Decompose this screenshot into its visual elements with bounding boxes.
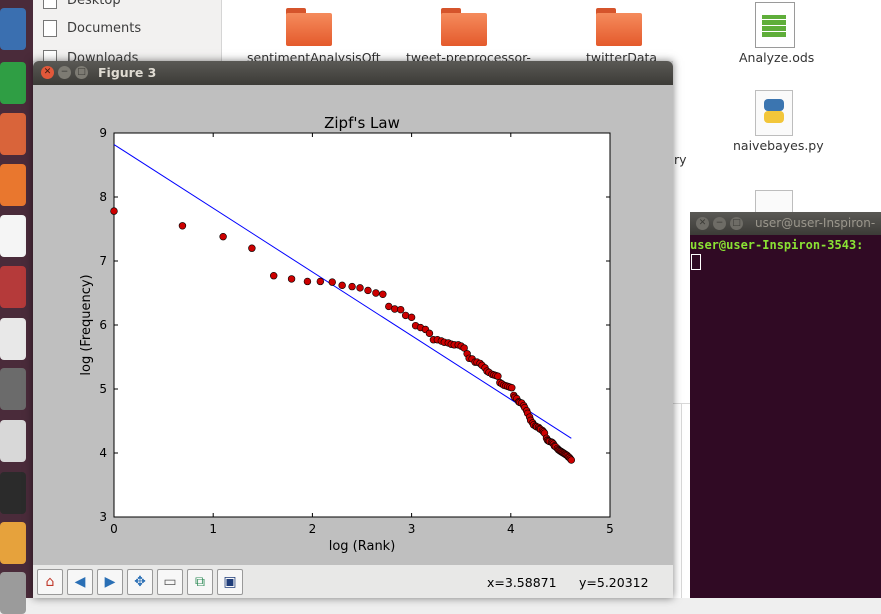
terminal-prompt: user@user-Inspiron-3543: bbox=[690, 238, 864, 252]
plot-canvas[interactable]: Zipf's Law log (Rank) log (Frequency) 0 1… bbox=[33, 85, 673, 565]
spreadsheet-file-icon[interactable] bbox=[755, 2, 795, 48]
back-icon[interactable]: ◀ bbox=[67, 569, 93, 595]
file-label[interactable]: naivebayes.py bbox=[733, 138, 824, 153]
python-file-icon[interactable] bbox=[755, 90, 793, 136]
terminal-title: user@user-Inspiron- bbox=[755, 216, 876, 230]
file-label[interactable]: Analyze.ods bbox=[739, 50, 814, 65]
data-point bbox=[508, 384, 516, 392]
home-icon[interactable]: ⌂ bbox=[37, 569, 63, 595]
file-label-partial[interactable]: ry bbox=[674, 152, 687, 167]
forward-icon[interactable]: ▶ bbox=[97, 569, 123, 595]
x-tick-label: 0 bbox=[110, 522, 118, 536]
launcher-files-icon[interactable] bbox=[0, 8, 26, 50]
plot-area bbox=[113, 132, 611, 518]
folder-icon bbox=[43, 0, 57, 9]
y-tick-label: 5 bbox=[99, 382, 107, 396]
data-point bbox=[372, 289, 380, 297]
launcher-software-center-icon[interactable] bbox=[0, 164, 26, 206]
navigation-toolbar: ⌂ ◀ ▶ ✥ ▭ ⧉ ▣ x=3.58871 y=5.20312 bbox=[33, 565, 673, 598]
data-point bbox=[494, 372, 502, 380]
y-tick-label: 8 bbox=[99, 190, 107, 204]
data-point bbox=[248, 244, 256, 252]
y-tick-label: 3 bbox=[99, 510, 107, 524]
data-point bbox=[178, 222, 187, 230]
y-coordinate-readout: y=5.20312 bbox=[579, 575, 649, 590]
launcher-trash-icon[interactable] bbox=[0, 572, 26, 614]
y-tick-label: 9 bbox=[99, 126, 107, 140]
data-point bbox=[303, 277, 312, 286]
launcher-text-editor-icon[interactable] bbox=[0, 420, 26, 462]
folder-icon[interactable] bbox=[441, 8, 487, 46]
launcher-figure-icon[interactable] bbox=[0, 522, 26, 564]
document-icon bbox=[43, 20, 57, 37]
save-icon[interactable]: ▣ bbox=[217, 569, 243, 595]
content-divider bbox=[681, 404, 682, 598]
data-point bbox=[407, 313, 416, 322]
launcher-impress-icon[interactable] bbox=[0, 113, 26, 155]
data-point bbox=[356, 284, 364, 292]
data-point bbox=[348, 282, 356, 291]
data-point bbox=[379, 290, 387, 298]
maximize-icon[interactable]: □ bbox=[75, 66, 88, 79]
terminal-titlebar[interactable]: ✕ − □ user@user-Inspiron- bbox=[690, 212, 881, 235]
y-tick-label: 4 bbox=[99, 446, 107, 460]
sidebar-item-label: Desktop bbox=[67, 0, 121, 8]
terminal-cursor bbox=[691, 254, 701, 270]
minimize-icon[interactable]: − bbox=[713, 217, 726, 230]
folder-icon[interactable] bbox=[286, 8, 332, 46]
data-point bbox=[567, 456, 576, 464]
figure-window: ✕ − □ Figure 3 Zipf's Law log (Rank) log… bbox=[33, 61, 673, 598]
folder-icon[interactable] bbox=[596, 8, 642, 46]
close-icon[interactable]: ✕ bbox=[41, 66, 54, 79]
x-axis-label: log (Rank) bbox=[329, 539, 396, 554]
zoom-icon[interactable]: ▭ bbox=[157, 569, 183, 595]
data-point bbox=[338, 281, 346, 290]
x-tick-label: 3 bbox=[408, 522, 416, 536]
terminal-window[interactable]: ✕ − □ user@user-Inspiron- user@user-Insp… bbox=[690, 212, 881, 598]
data-point bbox=[287, 275, 296, 283]
x-tick-label: 5 bbox=[606, 522, 614, 536]
window-title: Figure 3 bbox=[98, 65, 157, 80]
launcher-pdf-icon[interactable] bbox=[0, 318, 26, 360]
x-tick-label: 1 bbox=[209, 522, 217, 536]
data-point bbox=[328, 278, 336, 286]
sidebar-item-documents[interactable]: Documents bbox=[43, 20, 141, 37]
sidebar-item-label: Documents bbox=[67, 21, 142, 36]
data-point bbox=[425, 329, 434, 338]
data-point bbox=[316, 277, 325, 286]
x-tick-label: 2 bbox=[309, 522, 317, 536]
launcher-settings-icon[interactable] bbox=[0, 266, 26, 308]
launcher-amazon-icon[interactable] bbox=[0, 215, 26, 257]
pan-icon[interactable]: ✥ bbox=[127, 569, 153, 595]
launcher-terminal-icon[interactable] bbox=[0, 472, 26, 514]
sidebar-item-desktop[interactable]: Desktop bbox=[43, 0, 121, 9]
data-point bbox=[396, 305, 405, 314]
data-point bbox=[270, 272, 278, 280]
y-tick-label: 6 bbox=[99, 318, 107, 332]
data-point bbox=[110, 207, 118, 215]
x-coordinate-readout: x=3.58871 bbox=[487, 575, 557, 590]
data-point bbox=[364, 286, 372, 295]
maximize-icon[interactable]: □ bbox=[730, 217, 743, 230]
y-axis-label: log (Frequency) bbox=[79, 274, 94, 375]
close-icon[interactable]: ✕ bbox=[696, 217, 709, 230]
minimize-icon[interactable]: − bbox=[58, 66, 71, 79]
launcher-updater-icon[interactable] bbox=[0, 368, 26, 410]
x-tick-label: 4 bbox=[507, 522, 515, 536]
unity-launcher bbox=[0, 0, 33, 614]
chart-title: Zipf's Law bbox=[324, 114, 400, 132]
data-point bbox=[219, 232, 227, 241]
launcher-calc-icon[interactable] bbox=[0, 62, 26, 104]
window-titlebar[interactable]: ✕ − □ Figure 3 bbox=[33, 61, 673, 85]
configure-subplots-icon[interactable]: ⧉ bbox=[187, 569, 213, 595]
y-tick-label: 7 bbox=[99, 254, 107, 268]
